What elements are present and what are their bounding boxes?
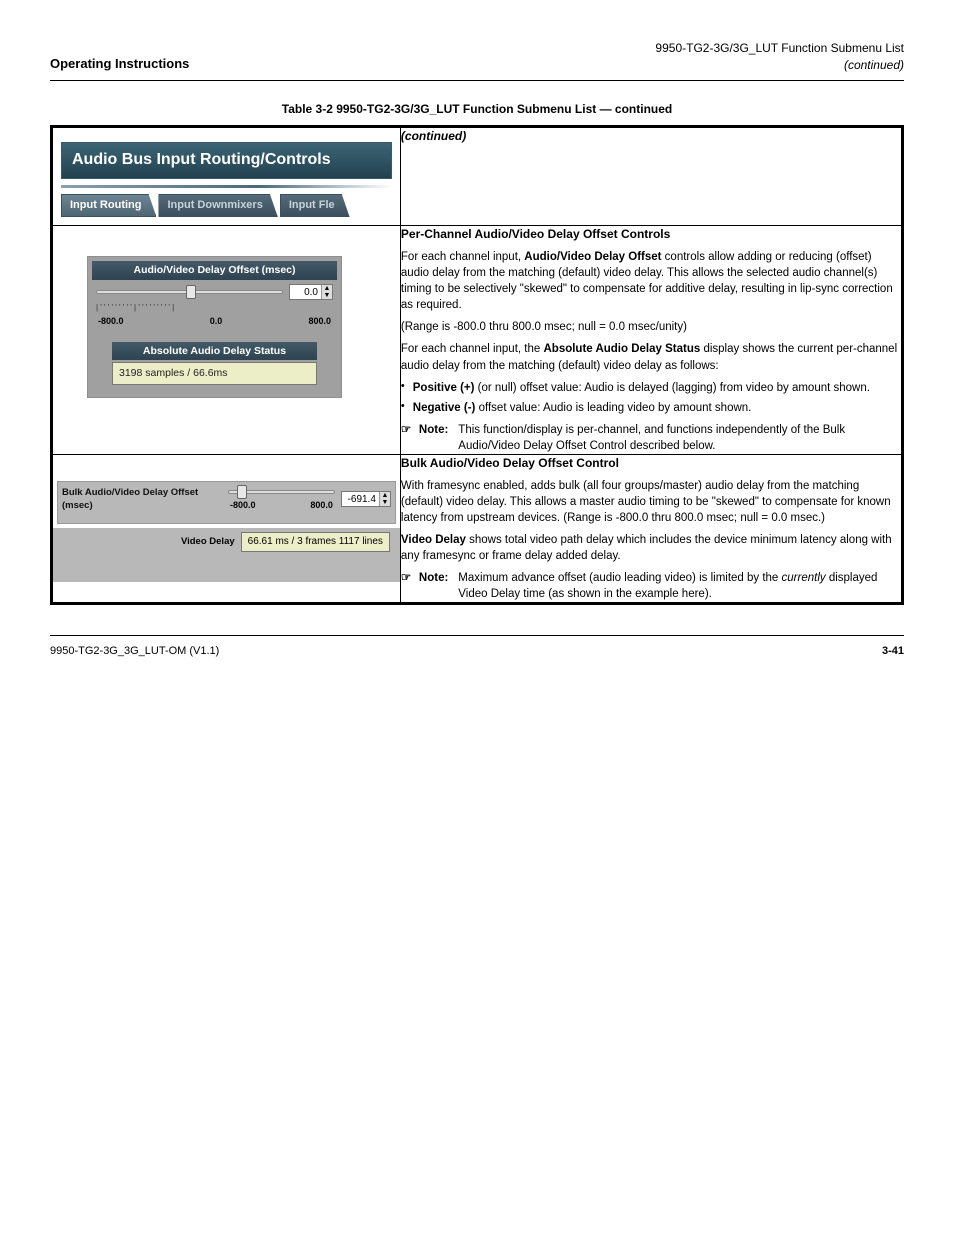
pointing-hand-icon: ☞ <box>401 570 415 586</box>
row2-body2: For each channel input, the Absolute Aud… <box>401 341 901 373</box>
pointing-hand-icon: ☞ <box>401 422 415 438</box>
header-right-cont: (continued) <box>655 57 904 74</box>
footer-left: 9950-TG2-3G_3G_LUT-OM (V1.1) <box>50 644 219 659</box>
av-offset-block: Audio/Video Delay Offset (msec) 0.0 ▲ ▼ … <box>87 256 342 398</box>
slider-ticks: | ' ' ' ' ' ' ' ' ' | ' ' ' ' ' ' ' ' ' … <box>96 302 333 313</box>
tick-min: -800.0 <box>98 315 124 328</box>
row2-bullet-0: • Positive (+) (or null) offset value: A… <box>401 380 901 396</box>
bottom-rule <box>50 635 904 636</box>
header-left: Operating Instructions <box>50 55 189 73</box>
panel-title: Audio Bus Input Routing/Controls <box>61 142 392 178</box>
cell-bulk-text: Bulk Audio/Video Delay Offset Control Wi… <box>400 455 902 604</box>
bulk-slider[interactable] <box>228 487 335 497</box>
bulk-value: -691.4 <box>342 492 379 506</box>
av-offset-spin-up[interactable]: ▲ <box>322 285 332 292</box>
panel-underline <box>61 185 392 188</box>
row2-range: (Range is -800.0 thru 800.0 msec; null =… <box>401 319 901 335</box>
tabs: Input Routing Input Downmixers Input Fle <box>61 194 392 217</box>
cell-bulk-controls: Bulk Audio/Video Delay Offset (msec) -80… <box>52 455 401 604</box>
bulk-spin-up[interactable]: ▲ <box>380 492 390 499</box>
row3-body2: Video Delay shows total video path delay… <box>401 532 901 564</box>
av-offset-value: 0.0 <box>290 285 321 299</box>
av-offset-input[interactable]: 0.0 ▲ ▼ <box>289 284 333 300</box>
row2-note: ☞ Note: This function/display is per-cha… <box>401 422 901 454</box>
cell-per-channel-controls: Audio/Video Delay Offset (msec) 0.0 ▲ ▼ … <box>52 226 401 455</box>
row3-note: ☞ Note: Maximum advance offset (audio le… <box>401 570 901 602</box>
header-right-product: 9950-TG2-3G/3G_LUT Function Submenu List <box>655 40 904 57</box>
row3-body1: With framesync enabled, adds bulk (all f… <box>401 478 901 526</box>
bulk-input[interactable]: -691.4 ▲ ▼ <box>341 491 391 507</box>
bulk-label: Bulk Audio/Video Delay Offset (msec) <box>62 486 222 513</box>
av-offset-spin-down[interactable]: ▼ <box>322 292 332 299</box>
video-delay-value: 66.61 ms / 3 frames 1117 lines <box>241 532 390 552</box>
row2-title: Per-Channel Audio/Video Delay Offset Con… <box>401 226 901 243</box>
tab-input-routing[interactable]: Input Routing <box>61 194 156 217</box>
tick-mid: 0.0 <box>210 315 223 328</box>
abs-status-value: 3198 samples / 66.6ms <box>112 362 317 385</box>
main-table: Audio Bus Input Routing/Controls Input R… <box>50 125 904 605</box>
cell-row1-text: (continued) <box>400 127 902 226</box>
bulk-tick-min: -800.0 <box>230 499 256 512</box>
video-delay-label: Video Delay <box>181 535 235 548</box>
av-offset-header: Audio/Video Delay Offset (msec) <box>92 261 337 280</box>
row2-bullet-1: • Negative (-) offset value: Audio is le… <box>401 400 901 416</box>
top-rule <box>50 80 904 81</box>
table-caption: Table 3-2 9950-TG2-3G/3G_LUT Function Su… <box>50 101 904 118</box>
row2-body1: For each channel input, Audio/Video Dela… <box>401 249 901 313</box>
tab-input-fle[interactable]: Input Fle <box>280 194 350 217</box>
bulk-tick-max: 800.0 <box>310 499 333 512</box>
tick-max: 800.0 <box>308 315 331 328</box>
footer-right: 3-41 <box>882 644 904 659</box>
av-offset-slider[interactable] <box>96 287 283 297</box>
row1-continued: (continued) <box>401 128 901 145</box>
row3-title: Bulk Audio/Video Delay Offset Control <box>401 455 901 472</box>
cell-per-channel-text: Per-Channel Audio/Video Delay Offset Con… <box>400 226 902 455</box>
tab-input-downmixers[interactable]: Input Downmixers <box>158 194 277 217</box>
bulk-spin-down[interactable]: ▼ <box>380 499 390 506</box>
cell-panel-header: Audio Bus Input Routing/Controls Input R… <box>52 127 401 226</box>
abs-status-header: Absolute Audio Delay Status <box>112 342 317 361</box>
